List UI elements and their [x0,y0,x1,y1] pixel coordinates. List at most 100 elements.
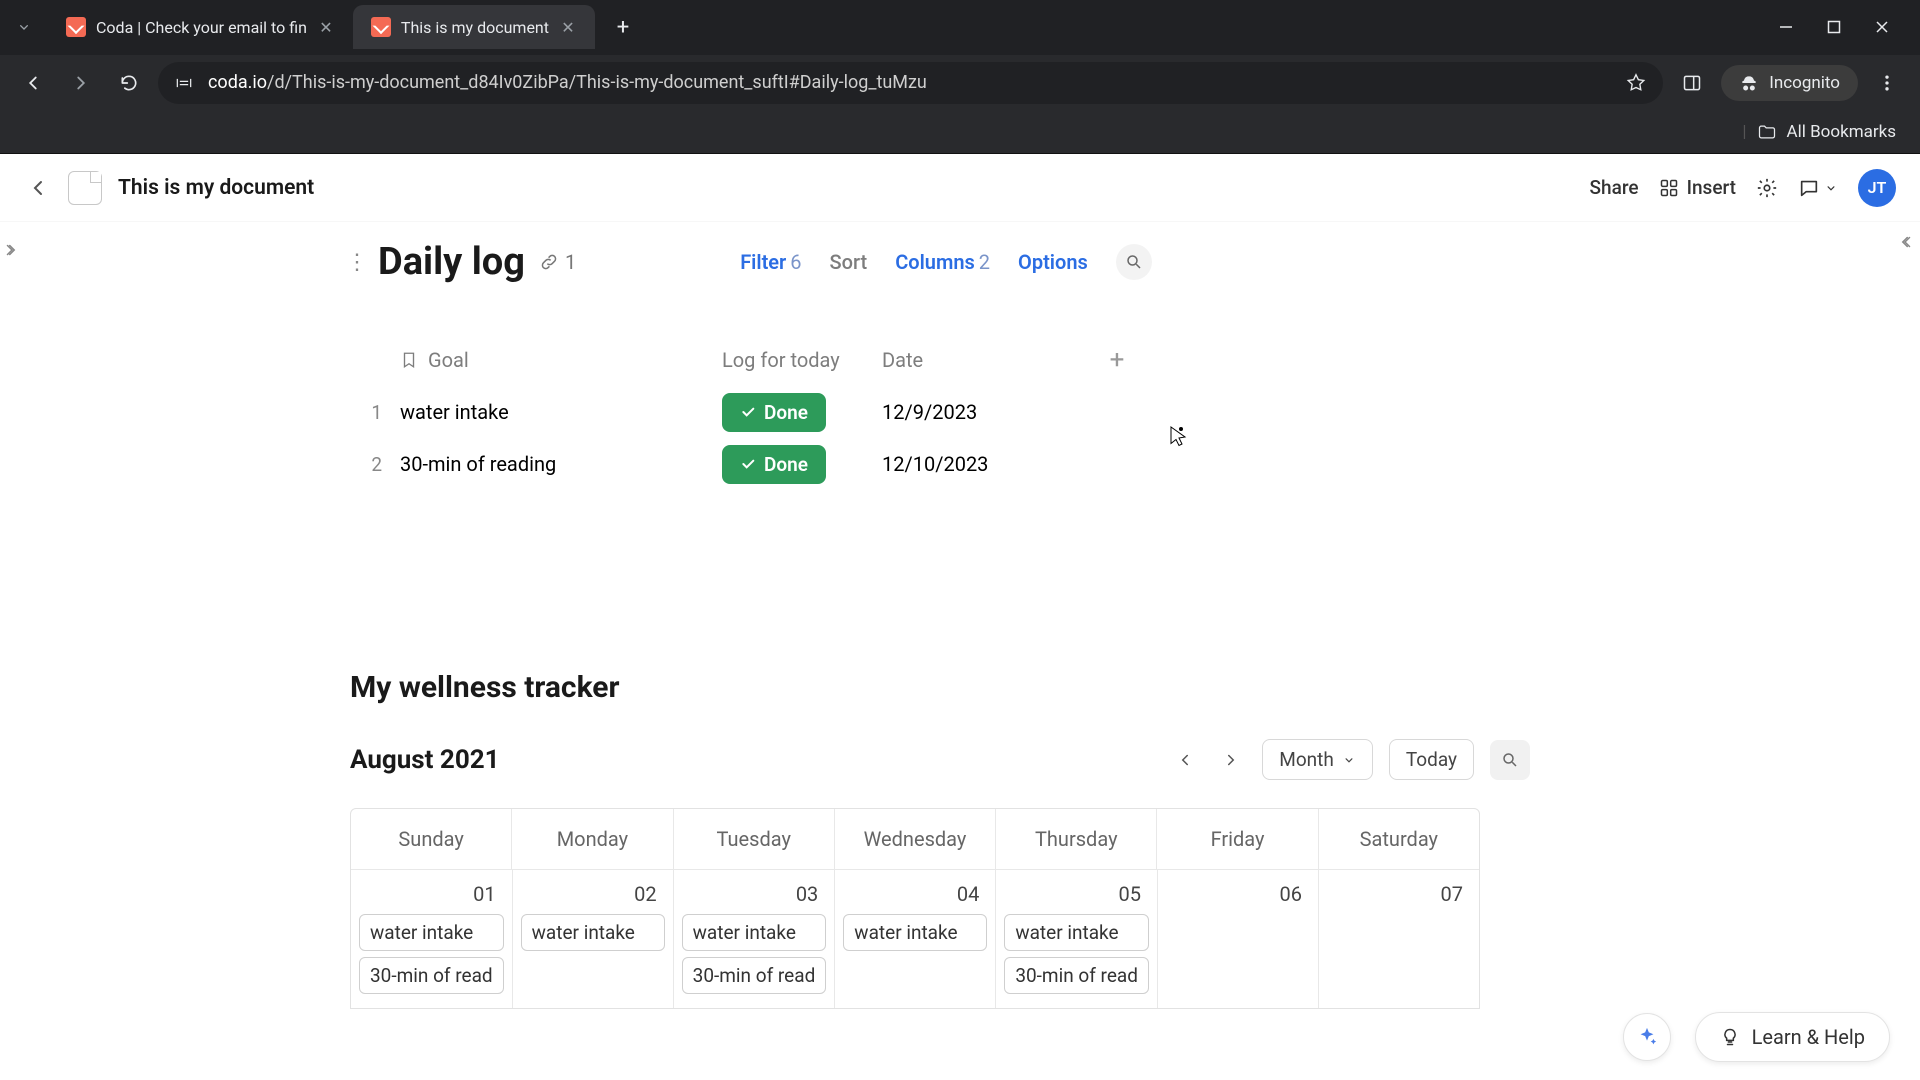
calendar-event[interactable]: water intake [521,914,665,951]
browser-tab-inactive[interactable]: Coda | Check your email to fin ✕ [48,5,353,49]
calendar-event[interactable]: water intake [1004,914,1149,951]
comment-icon [1798,177,1820,199]
calendar-cell[interactable]: 07 [1319,870,1479,1008]
settings-button[interactable] [1756,177,1778,199]
minimize-icon[interactable] [1776,17,1796,37]
calendar-cell[interactable]: 03 water intake 30-min of read [674,870,836,1008]
calendar-view-select[interactable]: Month [1262,739,1373,780]
close-window-icon[interactable] [1872,17,1892,37]
maximize-icon[interactable] [1824,17,1844,37]
table-row[interactable]: 2 30-min of reading Done 12/10/2023 [350,438,1530,490]
check-icon [740,456,756,472]
browser-menu-icon[interactable] [1868,64,1906,102]
window-controls [1776,17,1912,37]
calendar-event[interactable]: water intake [682,914,827,951]
daily-log-header: ⋮ Daily log 1 Filter6 Sort Columns2 Opti… [350,240,1530,284]
document-body: ⋮ Daily log 1 Filter6 Sort Columns2 Opti… [350,240,1530,1009]
content-area: ⋮ Daily log 1 Filter6 Sort Columns2 Opti… [0,222,1920,1080]
learn-help-button[interactable]: Learn & Help [1695,1012,1890,1062]
calendar-event[interactable]: 30-min of read [682,957,827,994]
columns-button[interactable]: Columns2 [895,250,990,274]
calendar-event[interactable]: 30-min of read [1004,957,1149,994]
insert-button[interactable]: Insert [1659,176,1736,199]
app-header: This is my document Share Insert JT [0,154,1920,222]
calendar-month-label: August 2021 [350,745,500,775]
tracker-title[interactable]: My wellness tracker [350,670,1530,705]
new-tab-button[interactable]: + [605,9,641,45]
share-button[interactable]: Share [1582,176,1639,199]
grid-icon [1659,178,1679,198]
column-header-date[interactable]: Date [882,348,1092,372]
cell-date: 03 [682,878,827,914]
tab-search-dropdown[interactable] [8,11,40,43]
cell-date: 07 [1327,878,1471,914]
calendar-search-button[interactable] [1490,740,1530,780]
comments-button[interactable] [1798,177,1838,199]
avatar[interactable]: JT [1858,169,1896,207]
daily-log-title[interactable]: Daily log [378,240,525,284]
cell-date[interactable]: 12/9/2023 [882,400,1092,424]
calendar-cell[interactable]: 01 water intake 30-min of read [351,870,513,1008]
table-search-button[interactable] [1116,244,1152,280]
link-count-badge[interactable]: 1 [539,250,576,274]
coda-favicon-icon [66,17,86,37]
cell-goal[interactable]: water intake [382,400,722,424]
daily-log-table: Goal Log for today Date + 1 water intake… [350,334,1530,490]
close-tab-icon[interactable]: ✕ [559,18,577,36]
day-header: Saturday [1319,809,1479,869]
tab-bar: Coda | Check your email to fin ✕ This is… [0,0,1920,54]
all-bookmarks-link[interactable]: All Bookmarks [1787,122,1896,142]
day-header: Sunday [351,809,512,869]
filter-button[interactable]: Filter6 [740,250,801,274]
cell-goal[interactable]: 30-min of reading [382,452,722,476]
side-panel-icon[interactable] [1673,64,1711,102]
browser-reload-button[interactable] [110,64,148,102]
document-title[interactable]: This is my document [118,176,314,200]
bookmarks-bar: | All Bookmarks [0,110,1920,154]
expand-left-panel-button[interactable] [0,230,24,270]
browser-back-button[interactable] [14,64,52,102]
address-bar[interactable]: coda.io/d/This-is-my-document_d84Iv0ZibP… [158,62,1663,104]
calendar-cell[interactable]: 04 water intake [835,870,996,1008]
expand-right-panel-button[interactable] [1890,222,1920,262]
add-column-button[interactable]: + [1099,342,1135,378]
incognito-label: Incognito [1769,73,1840,93]
calendar-today-button[interactable]: Today [1389,739,1474,780]
chevron-down-icon [1824,181,1838,195]
search-icon [1501,751,1519,769]
document-icon[interactable] [68,171,102,205]
floating-buttons: Learn & Help [1623,1012,1890,1062]
drag-handle-icon[interactable]: ⋮ [350,250,364,275]
calendar-cell[interactable]: 02 water intake [513,870,674,1008]
tab-title: This is my document [401,18,549,37]
lightbulb-icon [1720,1027,1740,1047]
calendar-event[interactable]: 30-min of read [359,957,504,994]
table-row[interactable]: 1 water intake Done 12/9/2023 [350,386,1530,438]
browser-tab-active[interactable]: This is my document ✕ [353,5,595,49]
cell-date[interactable]: 12/10/2023 [882,452,1092,476]
cell-date: 02 [521,878,665,914]
incognito-badge[interactable]: Incognito [1721,65,1858,101]
calendar-prev-button[interactable] [1170,745,1200,775]
calendar-next-button[interactable] [1216,745,1246,775]
calendar-event[interactable]: water intake [843,914,987,951]
done-button[interactable]: Done [722,393,826,432]
bookmark-star-icon[interactable] [1625,72,1647,94]
calendar-event[interactable]: water intake [359,914,504,951]
url-text[interactable]: coda.io/d/This-is-my-document_d84Iv0ZibP… [208,72,1611,93]
close-tab-icon[interactable]: ✕ [317,18,335,36]
app-back-button[interactable] [24,174,52,202]
column-header-goal[interactable]: Goal [382,348,722,372]
column-header-log[interactable]: Log for today [722,348,882,372]
day-header: Monday [512,809,673,869]
ai-assist-button[interactable] [1623,1013,1671,1061]
search-icon [1125,253,1143,271]
calendar-cell[interactable]: 06 [1158,870,1319,1008]
options-button[interactable]: Options [1018,250,1088,274]
calendar-cell[interactable]: 05 water intake 30-min of read [996,870,1158,1008]
browser-forward-button[interactable] [62,64,100,102]
day-header: Friday [1157,809,1318,869]
sort-button[interactable]: Sort [830,250,868,274]
site-settings-icon[interactable] [174,73,194,93]
done-button[interactable]: Done [722,445,826,484]
